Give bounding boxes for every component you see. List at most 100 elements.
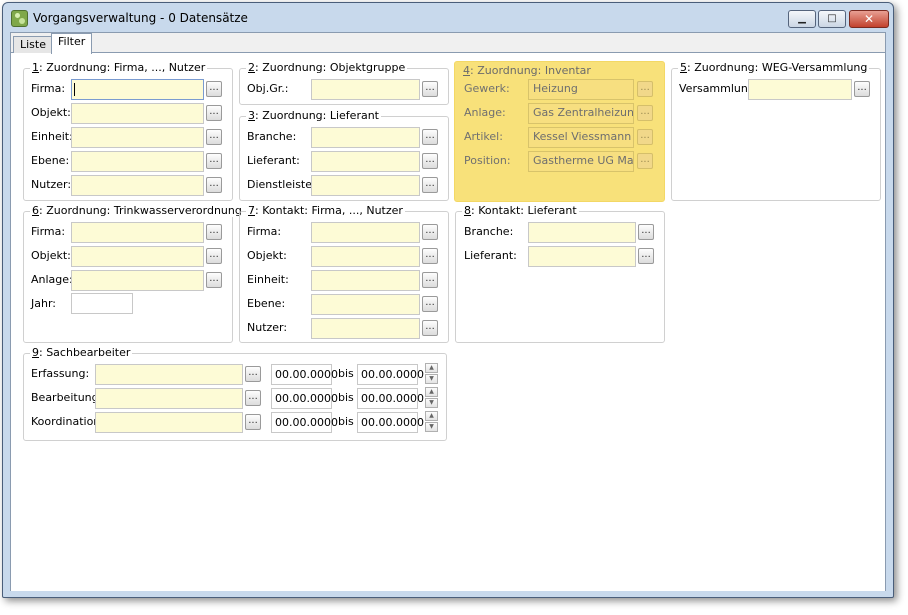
objekt-browse-button[interactable]: ... [206, 105, 222, 121]
objgr-browse-button[interactable]: ... [422, 81, 438, 97]
k-branche-label: Branche: [464, 225, 514, 238]
versammlung-browse-button[interactable]: ... [854, 81, 870, 97]
k-lieferant-browse-button[interactable]: ... [638, 248, 654, 264]
gewerk-input[interactable]: Heizung [528, 79, 634, 100]
group-kontakt-firma: 7: Kontakt: Firma, ..., Nutzer Firma: ..… [239, 204, 449, 343]
einheit-input[interactable] [71, 127, 204, 148]
group-title: 3: Zuordnung: Lieferant [246, 109, 381, 122]
bearbeitung-browse-button[interactable]: ... [245, 390, 261, 406]
k-ebene-input[interactable] [311, 294, 420, 315]
artikel-label: Artikel: [464, 130, 503, 143]
nutzer-browse-button[interactable]: ... [206, 177, 222, 193]
k-einheit-input[interactable] [311, 270, 420, 291]
window-title: Vorgangsverwaltung - 0 Datensätze [33, 11, 248, 25]
einheit-label: Einheit: [31, 130, 73, 143]
gewerk-label: Gewerk: [464, 82, 510, 95]
group-zuordnung-lieferant: 3: Zuordnung: Lieferant Branche: ... Lie… [239, 109, 449, 201]
erfassung-to-date[interactable]: 00.00.0000 [357, 364, 424, 385]
branche-input[interactable] [311, 127, 420, 148]
minimize-button[interactable]: ▁ [788, 10, 816, 28]
tab-filter[interactable]: Filter [51, 33, 93, 54]
bis-label: bis [338, 415, 354, 428]
artikel-browse-button[interactable]: ... [637, 129, 653, 145]
tw-anlage-browse-button[interactable]: ... [206, 272, 222, 288]
dienstleister-label: Dienstleister: [247, 178, 321, 191]
anlage-input[interactable]: Gas Zentralheizung [528, 103, 634, 124]
koordination-from-date[interactable]: 00.00.0000 [271, 412, 338, 433]
erfassung-input[interactable] [95, 364, 243, 385]
ebene-input[interactable] [71, 151, 204, 172]
lieferant-browse-button[interactable]: ... [422, 153, 438, 169]
koordination-spin-down-icon[interactable]: ▼ [425, 422, 438, 432]
anlage-label: Anlage: [464, 106, 506, 119]
nutzer-input[interactable] [71, 175, 204, 196]
jahr-label: Jahr: [31, 297, 56, 310]
group-zuordnung-trinkwasser: 6: Zuordnung: Trinkwasserverordnung Firm… [23, 204, 244, 343]
k-branche-browse-button[interactable]: ... [638, 224, 654, 240]
group-title: 4: Zuordnung: Inventar [461, 64, 593, 77]
branche-browse-button[interactable]: ... [422, 129, 438, 145]
group-title: 7: Kontakt: Firma, ..., Nutzer [246, 204, 405, 217]
tab-liste[interactable]: Liste [13, 36, 53, 53]
koordination-input[interactable] [95, 412, 243, 433]
bearbeitung-spin-down-icon[interactable]: ▼ [425, 398, 438, 408]
tw-anlage-label: Anlage: [31, 273, 73, 286]
koordination-spin-up-icon[interactable]: ▲ [425, 411, 438, 421]
tw-firma-browse-button[interactable]: ... [206, 224, 222, 240]
anlage-browse-button[interactable]: ... [637, 105, 653, 121]
erfassung-spin-down-icon[interactable]: ▼ [425, 374, 438, 384]
ebene-browse-button[interactable]: ... [206, 153, 222, 169]
lieferant-input[interactable] [311, 151, 420, 172]
einheit-browse-button[interactable]: ... [206, 129, 222, 145]
k-lieferant-input[interactable] [528, 246, 636, 267]
k-lieferant-label: Lieferant: [464, 249, 517, 262]
koordination-to-date[interactable]: 00.00.0000 [357, 412, 424, 433]
k-firma-browse-button[interactable]: ... [422, 224, 438, 240]
firma-input[interactable] [71, 79, 204, 100]
objgr-input[interactable] [311, 79, 420, 100]
bearbeitung-input[interactable] [95, 388, 243, 409]
koordination-browse-button[interactable]: ... [245, 414, 261, 430]
erfassung-label: Erfassung: [31, 367, 90, 380]
firma-label: Firma: [31, 82, 66, 95]
bearbeitung-label: Bearbeitung: [31, 391, 103, 404]
tw-objekt-browse-button[interactable]: ... [206, 248, 222, 264]
title-bar[interactable]: Vorgangsverwaltung - 0 Datensätze ▁ □ ✕ [3, 3, 893, 32]
koordination-label: Koordination: [31, 415, 104, 428]
gewerk-browse-button[interactable]: ... [637, 81, 653, 97]
tw-firma-input[interactable] [71, 222, 204, 243]
objekt-input[interactable] [71, 103, 204, 124]
jahr-input[interactable] [71, 293, 133, 314]
maximize-button[interactable]: □ [818, 10, 846, 28]
k-nutzer-input[interactable] [311, 318, 420, 339]
position-browse-button[interactable]: ... [637, 153, 653, 169]
tab-strip: Liste Filter [11, 33, 885, 54]
erfassung-from-date[interactable]: 00.00.0000 [271, 364, 338, 385]
dienstleister-input[interactable] [311, 175, 420, 196]
ebene-label: Ebene: [31, 154, 70, 167]
k-einheit-browse-button[interactable]: ... [422, 272, 438, 288]
k-branche-input[interactable] [528, 222, 636, 243]
position-input[interactable]: Gastherme UG Masch [528, 151, 634, 172]
firma-browse-button[interactable]: ... [206, 81, 222, 97]
close-button[interactable]: ✕ [849, 10, 889, 28]
group-kontakt-lieferant: 8: Kontakt: Lieferant Branche: ... Liefe… [455, 204, 665, 343]
group-title: 2: Zuordnung: Objektgruppe [246, 61, 408, 74]
k-ebene-browse-button[interactable]: ... [422, 296, 438, 312]
k-objekt-input[interactable] [311, 246, 420, 267]
erfassung-spin-up-icon[interactable]: ▲ [425, 363, 438, 373]
versammlung-input[interactable] [748, 79, 852, 100]
bearbeitung-spin-up-icon[interactable]: ▲ [425, 387, 438, 397]
k-nutzer-browse-button[interactable]: ... [422, 320, 438, 336]
bearbeitung-from-date[interactable]: 00.00.0000 [271, 388, 338, 409]
erfassung-browse-button[interactable]: ... [245, 366, 261, 382]
objekt-label: Objekt: [31, 106, 71, 119]
k-objekt-browse-button[interactable]: ... [422, 248, 438, 264]
tw-anlage-input[interactable] [71, 270, 204, 291]
dienstleister-browse-button[interactable]: ... [422, 177, 438, 193]
bis-label: bis [338, 367, 354, 380]
k-firma-input[interactable] [311, 222, 420, 243]
bearbeitung-to-date[interactable]: 00.00.0000 [357, 388, 424, 409]
artikel-input[interactable]: Kessel Viessmann FB [528, 127, 634, 148]
tw-objekt-input[interactable] [71, 246, 204, 267]
